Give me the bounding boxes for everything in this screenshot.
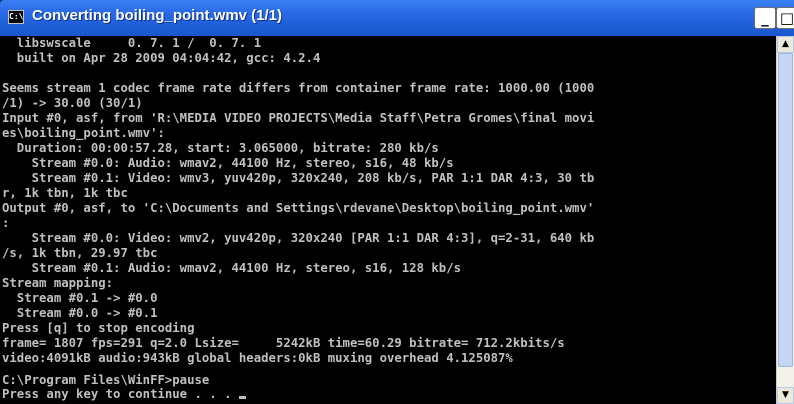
console-line: Stream #0.1: Audio: wmav2, 44100 Hz, ste…: [2, 261, 462, 275]
console-prompt-line: Press any key to continue . . .: [2, 388, 246, 400]
console-line: Stream mapping:: [2, 276, 114, 290]
console-line: frame= 1807 fps=291 q=2.0 Lsize= 5242kB …: [2, 336, 565, 350]
title-bar[interactable]: C:\ Converting boiling_point.wmv (1/1) _…: [0, 0, 794, 36]
console-output[interactable]: libswscale 0. 7. 1 / 0. 7. 1 built on Ap…: [0, 36, 776, 404]
console-line: es\boiling_point.wmv':: [2, 126, 165, 140]
minimize-button[interactable]: _: [754, 7, 776, 29]
window-title: Converting boiling_point.wmv (1/1): [32, 7, 283, 24]
console-line: Stream #0.0: Audio: wmav2, 44100 Hz, ste…: [2, 156, 454, 170]
console-line: Input #0, asf, from 'R:\MEDIA VIDEO PROJ…: [2, 111, 595, 125]
vertical-scrollbar[interactable]: ▲ ▼: [776, 36, 794, 404]
console-line: C:\Program Files\WinFF>pause: [2, 373, 210, 387]
scroll-down-button[interactable]: ▼: [777, 387, 794, 404]
console-line: r, 1k tbn, 1k tbc: [2, 186, 128, 200]
console-line: Output #0, asf, to 'C:\Documents and Set…: [2, 201, 595, 215]
console-line: Stream #0.0: Video: wmv2, yuv420p, 320x2…: [2, 231, 595, 245]
console-line: :: [2, 216, 10, 230]
console-line: Duration: 00:00:57.28, start: 3.065000, …: [2, 141, 439, 155]
console-line: Stream #0.1: Video: wmv3, yuv420p, 320x2…: [2, 171, 595, 185]
console-line: video:4091kB audio:943kB global headers:…: [2, 351, 513, 365]
console-app-icon[interactable]: C:\: [8, 10, 24, 24]
text-cursor: [238, 396, 246, 399]
console-line: Press [q] to stop encoding: [2, 321, 195, 335]
scroll-up-button[interactable]: ▲: [777, 36, 794, 53]
console-line: Stream #0.1 -> #0.0: [2, 291, 158, 305]
console-line-text: Press any key to continue . . .: [2, 387, 239, 401]
console-line: Seems stream 1 codec frame rate differs …: [2, 81, 595, 95]
console-window: C:\ Converting boiling_point.wmv (1/1) _…: [0, 0, 794, 404]
console-line: Stream #0.0 -> #0.1: [2, 306, 158, 320]
console-line: built on Apr 28 2009 04:04:42, gcc: 4.2.…: [2, 51, 321, 65]
scrollbar-thumb[interactable]: [778, 53, 793, 367]
console-line: /s, 1k tbn, 29.97 tbc: [2, 246, 158, 260]
maximize-button[interactable]: □: [776, 7, 794, 29]
console-line: libswscale 0. 7. 1 / 0. 7. 1: [2, 36, 262, 50]
console-line: /1) -> 30.00 (30/1): [2, 96, 143, 110]
